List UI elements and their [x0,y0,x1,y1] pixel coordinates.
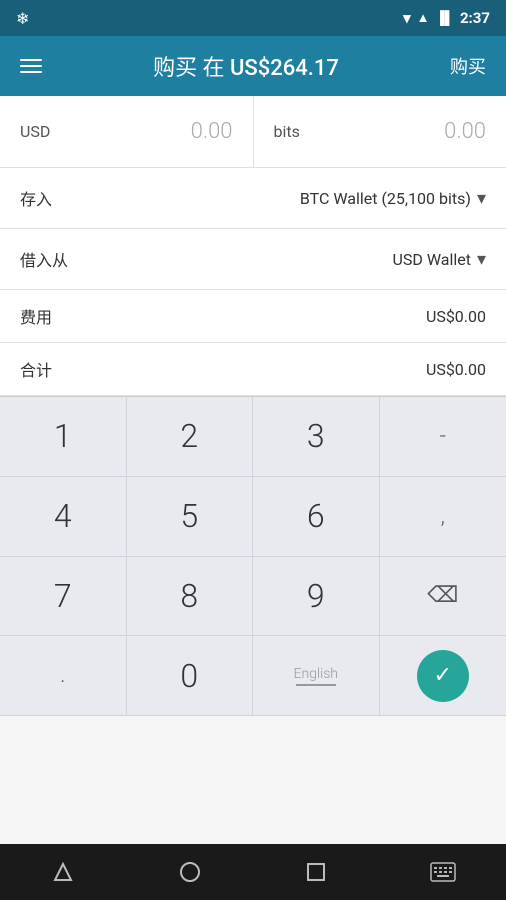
recent-nav-button[interactable] [291,847,341,897]
snowflake-icon: ❄ [16,9,29,28]
bits-cell[interactable]: bits 0.00 [254,96,506,167]
key-8[interactable]: 8 [127,557,254,637]
numpad-section: 1 2 3 - 4 5 6 , 7 8 9 ⌫ . 0 English [0,396,506,844]
key-7[interactable]: 7 [0,557,127,637]
back-nav-button[interactable] [38,847,88,897]
fee-value: US$0.00 [426,307,486,326]
key-5[interactable]: 5 [127,477,254,557]
total-row: 合计 US$0.00 [0,343,506,395]
bottom-nav [0,844,506,900]
top-section: USD 0.00 bits 0.00 存入 BTC Wallet (25,100… [0,96,506,396]
usd-label: USD [20,122,50,141]
deposit-label: 存入 [20,186,52,210]
signal-icon: ▲ [417,10,430,26]
borrow-value: USD Wallet ▾ [392,249,486,270]
borrow-row[interactable]: 借入从 USD Wallet ▾ [0,229,506,289]
key-2[interactable]: 2 [127,397,254,477]
key-backspace[interactable]: ⌫ [380,557,506,637]
key-0[interactable]: 0 [127,636,254,716]
english-label: English [293,666,338,682]
deposit-row[interactable]: 存入 BTC Wallet (25,100 bits) ▾ [0,168,506,229]
numpad: 1 2 3 - 4 5 6 , 7 8 9 ⌫ . 0 English [0,396,506,716]
key-1[interactable]: 1 [0,397,127,477]
status-right: ▾ ▲ ▐▌ 2:37 [403,9,490,27]
key-dot[interactable]: . [0,636,127,716]
borrow-wallet: USD Wallet [392,250,470,269]
top-bar: 购买 在 US$264.17 购买 [0,36,506,96]
bits-label: bits [274,122,300,141]
hamburger-menu[interactable] [20,59,42,73]
confirm-wrapper: ✓ [380,636,506,716]
form-section: 存入 BTC Wallet (25,100 bits) ▾ 借入从 USD Wa… [0,168,506,290]
wifi-icon: ▾ [403,9,411,27]
input-row: USD 0.00 bits 0.00 [0,96,506,168]
usd-cell[interactable]: USD 0.00 [0,96,254,167]
checkmark-icon: ✓ [434,663,452,688]
main-content: 购买 在 US$264.17 购买 USD 0.00 bits 0.00 存入 … [0,36,506,900]
key-4[interactable]: 4 [0,477,127,557]
borrow-dropdown-icon: ▾ [477,249,486,270]
buy-button[interactable]: 购买 [450,53,486,79]
battery-icon: ▐▌ [436,10,454,26]
confirm-button[interactable]: ✓ [417,650,469,702]
key-9[interactable]: 9 [253,557,380,637]
key-english[interactable]: English [253,636,380,716]
deposit-dropdown-icon: ▾ [477,188,486,209]
keyboard-nav-button[interactable] [418,847,468,897]
bits-amount: 0.00 [444,119,486,144]
fee-label: 费用 [20,304,52,328]
key-minus[interactable]: - [380,397,506,477]
total-label: 合计 [20,357,52,381]
borrow-label: 借入从 [20,247,68,271]
page-title: 购买 在 US$264.17 [42,50,450,82]
status-left: ❄ [16,9,29,28]
backspace-icon: ⌫ [427,583,458,608]
english-underline [296,684,336,686]
time-display: 2:37 [460,9,490,27]
key-6[interactable]: 6 [253,477,380,557]
status-bar: ❄ ▾ ▲ ▐▌ 2:37 [0,0,506,36]
key-comma[interactable]: , [380,477,506,557]
total-value: US$0.00 [426,360,486,379]
fee-section: 费用 US$0.00 合计 US$0.00 [0,290,506,396]
deposit-value: BTC Wallet (25,100 bits) ▾ [300,188,486,209]
deposit-wallet: BTC Wallet (25,100 bits) [300,189,471,208]
usd-amount: 0.00 [191,119,233,144]
home-nav-button[interactable] [165,847,215,897]
fee-row: 费用 US$0.00 [0,290,506,343]
key-3[interactable]: 3 [253,397,380,477]
